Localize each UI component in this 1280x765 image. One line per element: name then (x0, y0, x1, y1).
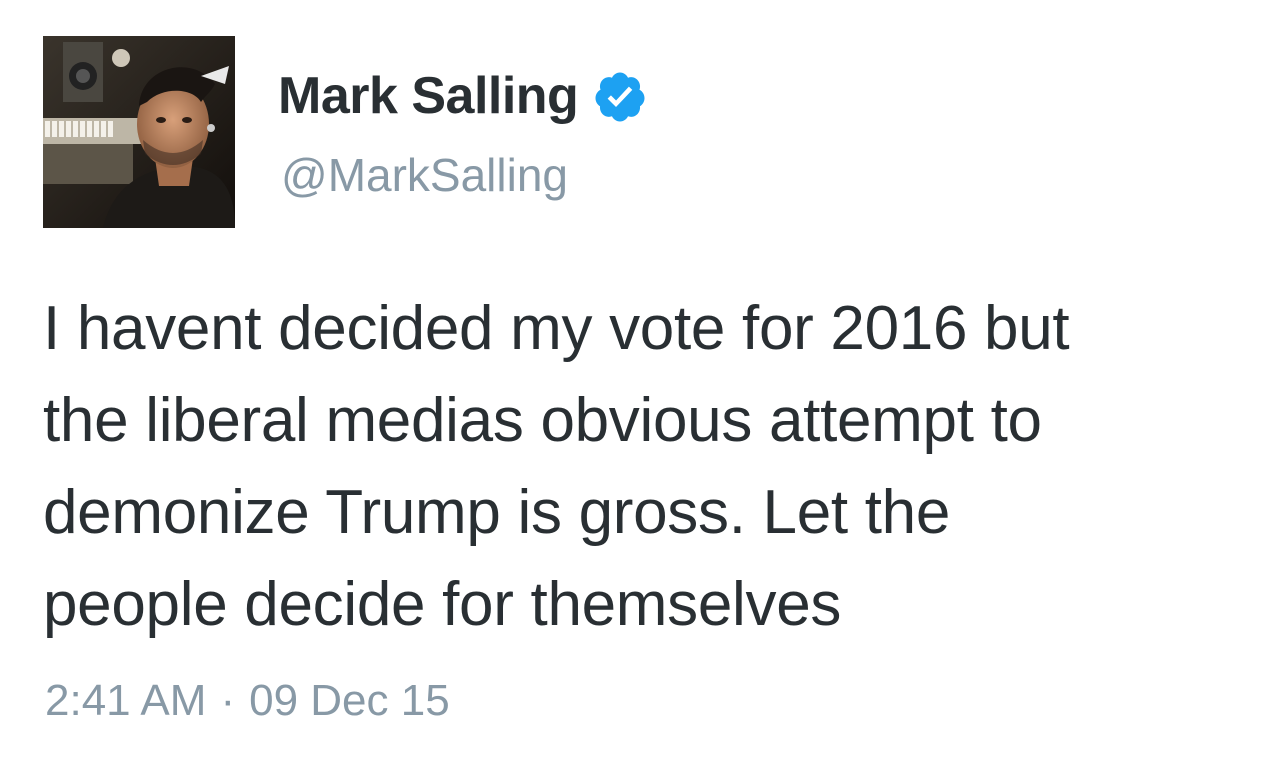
author-name-row: Mark Salling (278, 60, 648, 132)
verified-badge-icon (592, 69, 648, 125)
display-name[interactable]: Mark Salling (278, 66, 579, 126)
meta-separator: · (220, 676, 236, 725)
avatar-photo (43, 36, 235, 228)
tweet-timestamp[interactable]: 2:41 AM · 09 Dec 15 (45, 676, 450, 726)
tweet-text-line: I havent decided my vote for 2016 but (43, 294, 1070, 363)
tweet-text-line: demonize Trump is gross. Let the (43, 478, 951, 547)
tweet-time: 2:41 AM (45, 676, 207, 725)
tweet-card: Mark Salling @MarkSalling I havent decid… (0, 0, 1280, 765)
tweet-text-line: the liberal medias obvious attempt to (43, 386, 1042, 455)
tweet-date: 09 Dec 15 (249, 676, 450, 725)
username-handle[interactable]: @MarkSalling (281, 148, 568, 202)
tweet-text-line: people decide for themselves (43, 570, 842, 639)
tweet-text: I havent decided my vote for 2016 but th… (43, 283, 1243, 651)
avatar[interactable] (43, 36, 235, 228)
